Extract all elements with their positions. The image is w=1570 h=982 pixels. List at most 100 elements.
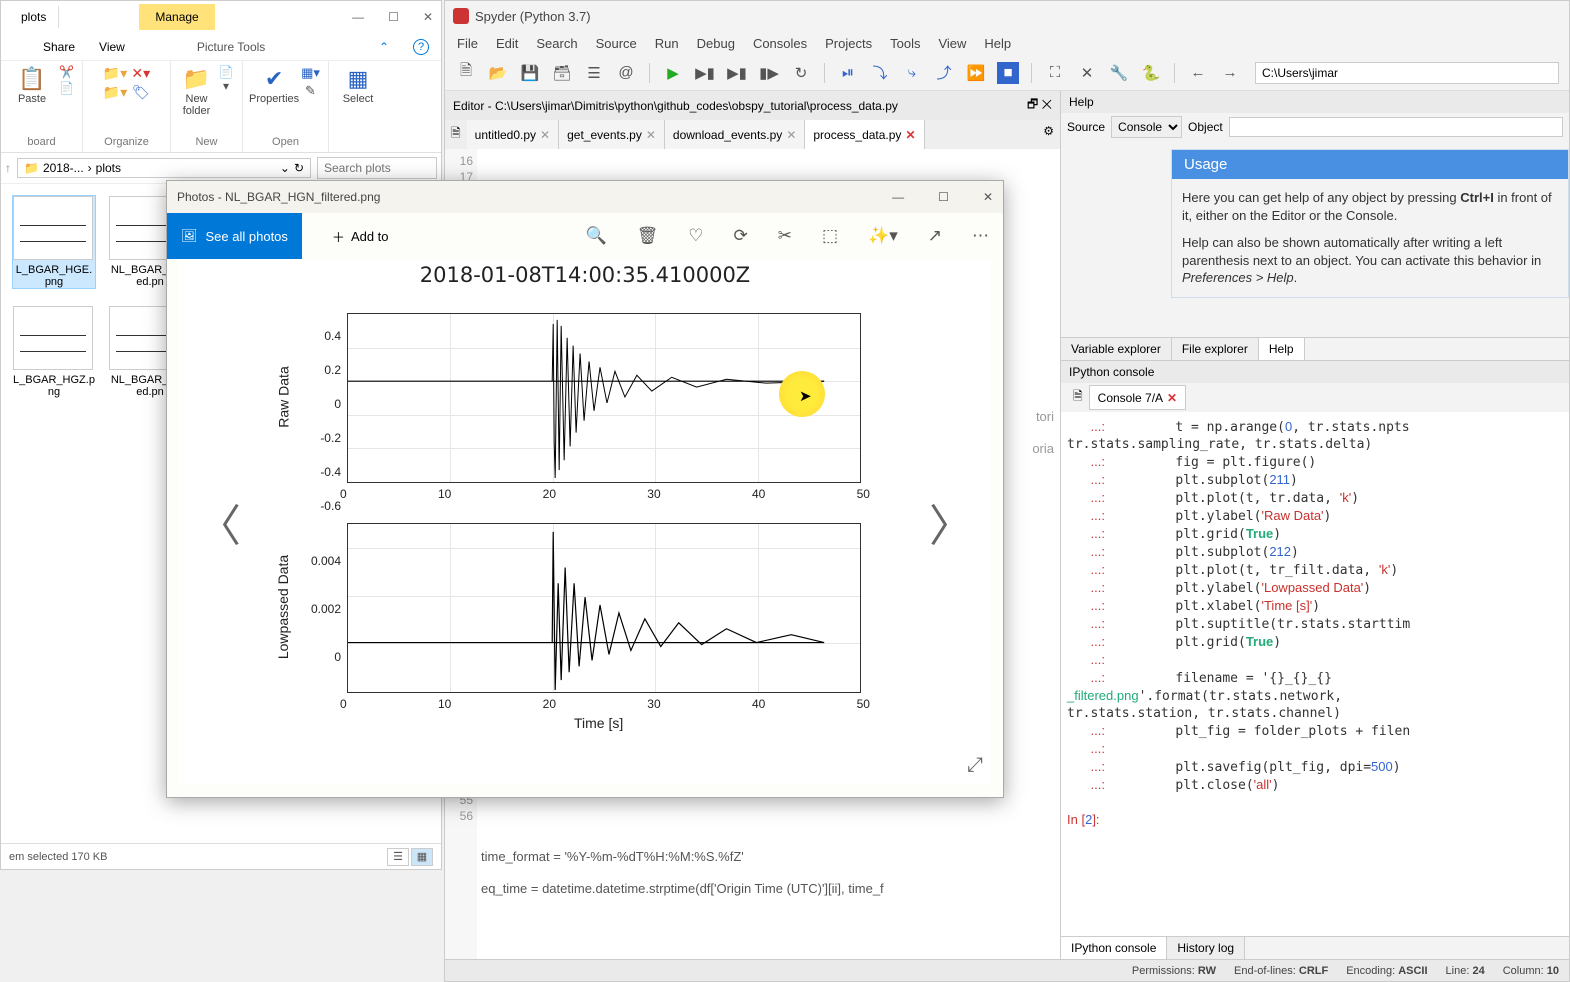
picture-tools-manage[interactable]: Manage (139, 4, 214, 30)
debug-out-icon[interactable]: ⤴ (933, 62, 955, 84)
tab-share[interactable]: Share (43, 40, 75, 54)
cwd-input[interactable] (1255, 62, 1559, 84)
console-tab-list-icon[interactable]: 🗎 (1067, 385, 1089, 410)
rename-icon[interactable]: 🏷 (131, 84, 150, 101)
menu-source[interactable]: Source (596, 36, 637, 51)
details-view-icon[interactable]: ☰ (387, 848, 409, 866)
save-all-icon[interactable]: 🗃 (551, 62, 573, 84)
nav-up-icon[interactable]: ↑ (5, 161, 11, 175)
debug-step-icon[interactable]: ⏯ (837, 62, 859, 84)
menu-consoles[interactable]: Consoles (753, 36, 807, 51)
spyder-titlebar[interactable]: Spyder (Python 3.7) (445, 1, 1569, 31)
stop-icon[interactable]: ■ (997, 62, 1019, 84)
new-folder-button[interactable]: 📁New folder (179, 65, 214, 117)
open-icon[interactable]: ▦▾ (301, 65, 320, 81)
console-body[interactable]: ...: t = np.arange(0, tr.stats.npts tr.s… (1061, 412, 1569, 936)
file-item[interactable]: L_BGAR_HGE.png (13, 196, 95, 288)
edit-icon[interactable]: ✨▾ (868, 226, 898, 246)
editor-tab-active[interactable]: process_data.py✕ (805, 120, 924, 149)
previous-photo-button[interactable]: 〈 (197, 490, 241, 554)
menu-tools[interactable]: Tools (890, 36, 920, 51)
maximize-pane-icon[interactable]: ⛶ (1044, 62, 1066, 84)
menu-debug[interactable]: Debug (697, 36, 735, 51)
paste-button[interactable]: 📋Paste (9, 65, 55, 105)
tab-help[interactable]: Help (1259, 338, 1305, 360)
rerun-icon[interactable]: ↻ (790, 62, 812, 84)
tab-history-log[interactable]: History log (1167, 937, 1245, 959)
zoom-icon[interactable]: 🔍 (585, 226, 606, 246)
editor-tab[interactable]: get_events.py✕ (559, 120, 665, 149)
rotate-icon[interactable]: ⟳ (733, 226, 747, 246)
save-icon[interactable]: 💾 (519, 62, 541, 84)
add-to-button[interactable]: ＋ Add to (332, 227, 389, 246)
ribbon-collapse-icon[interactable]: ⌃ (379, 40, 389, 54)
copy-icon[interactable]: 📄 (59, 81, 74, 95)
crop-icon[interactable]: ✂ (778, 226, 792, 246)
help-icon[interactable]: ? (413, 39, 429, 55)
close-icon[interactable]: ✕ (423, 10, 433, 24)
editor-tab[interactable]: download_events.py✕ (665, 120, 805, 149)
python-path-icon[interactable]: 🐍 (1140, 62, 1162, 84)
maximize-icon[interactable]: ☐ (938, 190, 949, 204)
cut-icon[interactable]: ✂️ (59, 65, 74, 79)
menu-view[interactable]: View (938, 36, 966, 51)
tab-view[interactable]: View (99, 40, 125, 54)
debug-into-icon[interactable]: ⤵ (869, 62, 891, 84)
search-visual-icon[interactable]: ⬚ (822, 226, 838, 246)
delete-icon[interactable]: 🗑 (637, 226, 659, 246)
photos-titlebar[interactable]: Photos - NL_BGAR_HGN_filtered.png — ☐ ✕ (167, 181, 1003, 213)
see-all-photos-button[interactable]: 🖼 See all photos (167, 213, 302, 259)
thumbnails-view-icon[interactable]: ▦ (411, 848, 433, 866)
edit-icon[interactable]: ✎ (301, 83, 320, 99)
properties-button[interactable]: ✔Properties (251, 65, 297, 105)
editor-tab[interactable]: untitled0.py✕ (467, 120, 559, 149)
search-input[interactable] (317, 157, 437, 179)
open-file-icon[interactable]: 📂 (487, 62, 509, 84)
copyto-icon[interactable]: 📁▾ (103, 84, 127, 101)
tab-list-icon[interactable]: 🗎 (445, 120, 467, 149)
close-icon[interactable]: ✕ (983, 190, 993, 204)
share-icon[interactable]: ↗ (928, 226, 942, 246)
minimize-icon[interactable]: — (352, 10, 364, 24)
maximize-icon[interactable]: ☐ (388, 10, 399, 24)
editor-config-icon[interactable]: ⚙ (1037, 120, 1060, 149)
menu-search[interactable]: Search (536, 36, 577, 51)
select-button[interactable]: ▦Select (337, 65, 379, 105)
explorer-titlebar[interactable]: plots Manage — ☐ ✕ (1, 1, 441, 33)
menu-help[interactable]: Help (984, 36, 1011, 51)
moveto-icon[interactable]: 📁▾ (103, 65, 127, 82)
menu-edit[interactable]: Edit (496, 36, 518, 51)
breadcrumb-dropdown-icon[interactable]: ⌄ (280, 161, 290, 175)
run-icon[interactable]: ▶ (662, 62, 684, 84)
refresh-icon[interactable]: ↻ (294, 161, 304, 175)
next-photo-button[interactable]: 〉 (929, 490, 973, 554)
help-object-input[interactable] (1229, 117, 1563, 137)
new-file-icon[interactable]: 🗎 (455, 62, 477, 84)
cwd-forward-icon[interactable]: → (1219, 62, 1241, 84)
tab-variable-explorer[interactable]: Variable explorer (1061, 338, 1172, 360)
pane-close-icon[interactable]: ✕ (1042, 97, 1052, 111)
new-item-icon[interactable]: 📄▾ (218, 65, 234, 93)
list-icon[interactable]: ☰ (583, 62, 605, 84)
run-cell-icon[interactable]: ▶▮ (694, 62, 716, 84)
pane-options-icon[interactable]: 🗗 (1027, 97, 1038, 111)
menu-file[interactable]: File (457, 36, 478, 51)
menu-projects[interactable]: Projects (825, 36, 872, 51)
delete-icon[interactable]: ✕▾ (131, 65, 150, 82)
menu-run[interactable]: Run (655, 36, 679, 51)
tab-picture-tools[interactable]: Picture Tools (197, 40, 265, 54)
breadcrumb-2[interactable]: plots (96, 161, 121, 175)
minimize-icon[interactable]: — (892, 190, 904, 204)
at-icon[interactable]: @ (615, 62, 637, 84)
debug-continue-icon[interactable]: ⏩ (965, 62, 987, 84)
cwd-back-icon[interactable]: ← (1187, 62, 1209, 84)
run-cell-advance-icon[interactable]: ▶▮ (726, 62, 748, 84)
preferences-icon[interactable]: 🔧 (1108, 62, 1130, 84)
console-tab[interactable]: Console 7/A✕ (1089, 385, 1186, 410)
address-bar[interactable]: 📁 2018-...› plots ⌄ ↻ (17, 158, 311, 178)
breadcrumb-1[interactable]: 2018-... (43, 161, 84, 175)
fullscreen-icon[interactable]: ✕ (1076, 62, 1098, 84)
tab-file-explorer[interactable]: File explorer (1172, 338, 1259, 360)
help-source-select[interactable]: Console (1111, 116, 1182, 138)
more-icon[interactable]: ⋯ (972, 226, 989, 246)
